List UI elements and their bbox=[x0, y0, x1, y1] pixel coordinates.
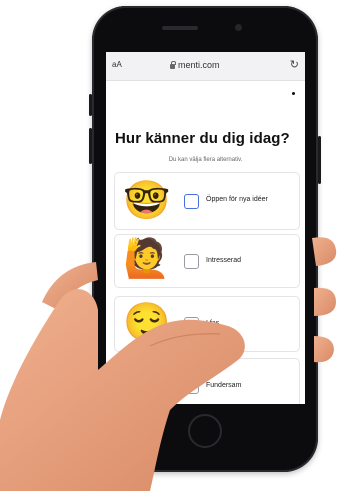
left-index-finger bbox=[42, 262, 98, 310]
power-button bbox=[318, 136, 321, 184]
smartphone: aA menti.com ↻ Hur känner du dig idag? D… bbox=[89, 6, 321, 472]
option-label: Öppen för nya idéer bbox=[206, 196, 268, 203]
poll-subtitle: Du kan välja flera alternativ. bbox=[168, 157, 243, 163]
option-checkbox[interactable] bbox=[184, 379, 199, 394]
volume-up-button bbox=[89, 128, 92, 164]
option-label: Fundersam bbox=[206, 382, 242, 389]
earpiece-speaker bbox=[162, 26, 198, 30]
option-label: Intresserad bbox=[206, 257, 242, 264]
text-size-button[interactable]: aA bbox=[112, 60, 122, 69]
option-checkbox[interactable] bbox=[184, 254, 199, 269]
raising-hand-emoji-icon: 🙋 bbox=[123, 238, 171, 280]
option-checkbox[interactable] bbox=[184, 194, 199, 209]
poll-option[interactable]: 😌 I fas bbox=[114, 296, 300, 352]
menu-dot-icon[interactable] bbox=[292, 92, 295, 95]
browser-address-bar[interactable]: aA menti.com ↻ bbox=[106, 52, 305, 81]
poll-option[interactable]: 🙋 Intresserad bbox=[114, 234, 300, 288]
phone-screen: aA menti.com ↻ Hur känner du dig idag? D… bbox=[106, 52, 305, 404]
url-field[interactable]: menti.com bbox=[170, 60, 250, 70]
mute-switch bbox=[89, 94, 92, 116]
url-text: menti.com bbox=[178, 60, 220, 70]
reload-icon[interactable]: ↻ bbox=[290, 58, 299, 71]
nerd-face-emoji-icon: 🤓 bbox=[123, 180, 171, 222]
lock-icon bbox=[170, 60, 176, 69]
option-checkbox[interactable] bbox=[184, 317, 199, 332]
relieved-face-emoji-icon: 😌 bbox=[123, 302, 171, 344]
option-label: I fas bbox=[206, 320, 220, 327]
thinking-face-emoji-icon: 🤔 bbox=[123, 362, 171, 404]
poll-question: Hur känner du dig idag? bbox=[115, 130, 290, 147]
poll-option[interactable]: 🤓 Öppen för nya idéer bbox=[114, 172, 300, 230]
poll-option[interactable]: 🤔 Fundersam bbox=[114, 358, 300, 404]
home-button[interactable] bbox=[188, 414, 222, 448]
front-camera bbox=[235, 24, 242, 31]
